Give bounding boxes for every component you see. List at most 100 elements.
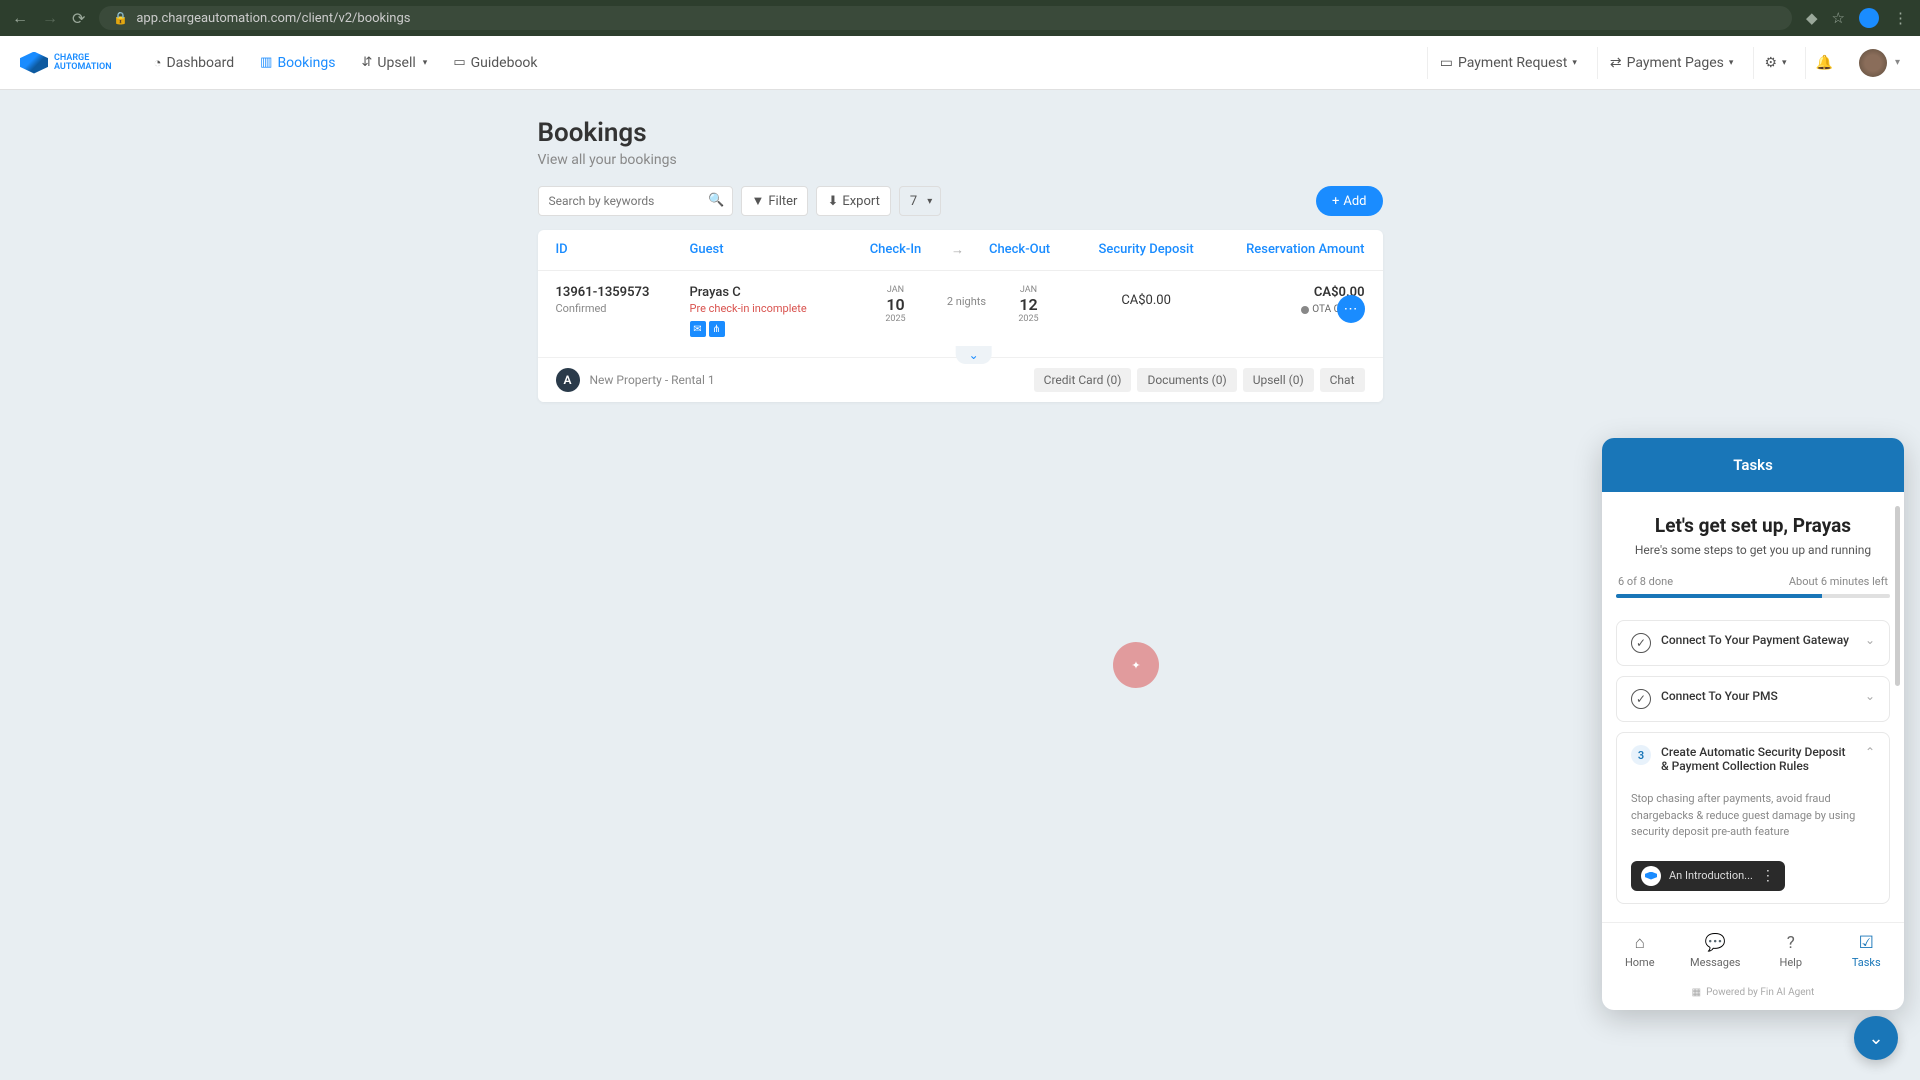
search-icon[interactable]: 🔍 <box>708 193 724 208</box>
nav-payment-pages[interactable]: ⇄Payment Pages▾ <box>1597 47 1746 79</box>
export-button[interactable]: ⬇Export <box>816 186 890 216</box>
table-header: ID Guest Check-In → Check-Out Security D… <box>538 230 1383 271</box>
cursor-indicator: ✦ <box>1113 642 1159 688</box>
home-icon: ⌂ <box>1602 933 1678 953</box>
col-id[interactable]: ID <box>556 242 690 258</box>
tab-help[interactable]: ?Help <box>1753 933 1829 969</box>
message-icon[interactable]: ✉ <box>690 321 706 337</box>
back-button[interactable]: ← <box>12 8 28 28</box>
guest-icons: ✉ ⋔ <box>690 321 849 337</box>
nav-upsell[interactable]: ⇵Upsell▾ <box>349 47 439 79</box>
extension-icon[interactable]: ◆ <box>1806 9 1818 27</box>
upsell-button[interactable]: Upsell (0) <box>1243 368 1314 392</box>
notifications-button[interactable]: 🔔 <box>1805 47 1843 79</box>
property-avatar: A <box>556 368 580 392</box>
task-item-payment-gateway[interactable]: ✓ Connect To Your Payment Gateway ⌄ <box>1616 620 1890 666</box>
pages-icon: ⇄ <box>1610 55 1622 71</box>
row-menu-button[interactable]: ⋯ <box>1337 295 1365 323</box>
bookmark-icon[interactable]: ☆ <box>1832 9 1845 27</box>
filter-icon: ▼ <box>752 193 765 209</box>
nav-right: ▭Payment Request▾ ⇄Payment Pages▾ ⚙▾ 🔔 ▾ <box>1427 47 1900 79</box>
scrollbar[interactable] <box>1895 506 1900 686</box>
credit-card-button[interactable]: Credit Card (0) <box>1034 368 1132 392</box>
nav-bookings[interactable]: ▥Bookings <box>248 47 347 79</box>
checkout-date: JAN 12 2025 <box>990 285 1066 324</box>
fin-icon: ▦ <box>1692 987 1701 998</box>
book-icon: ▭ <box>453 55 465 70</box>
tasks-subtitle: Here's some steps to get you up and runn… <box>1616 543 1890 557</box>
booking-id: 13961-1359573 <box>556 285 690 300</box>
chevron-down-icon: ▾ <box>927 196 932 207</box>
tasks-header: Tasks <box>1602 438 1904 492</box>
property-name: New Property - Rental 1 <box>590 373 715 387</box>
filter-button[interactable]: ▼Filter <box>741 186 809 216</box>
nights: 2 nights <box>943 285 991 308</box>
search-box: 🔍 <box>538 186 733 216</box>
col-checkout[interactable]: Check-Out <box>972 242 1066 258</box>
video-title: An Introduction... <box>1669 869 1753 882</box>
search-input[interactable] <box>538 186 733 216</box>
sub-row: A New Property - Rental 1 Credit Card (0… <box>538 357 1383 402</box>
task-number: 3 <box>1631 745 1651 765</box>
tab-messages[interactable]: 💬Messages <box>1678 933 1754 969</box>
settings-button[interactable]: ⚙▾ <box>1753 47 1796 79</box>
task-item-security-deposit[interactable]: 3 Create Automatic Security Deposit & Pa… <box>1616 732 1890 904</box>
progress-done: 6 of 8 done <box>1618 575 1673 588</box>
chevron-down-icon: ⌄ <box>1868 1028 1883 1049</box>
table-row[interactable]: 13961-1359573 Confirmed Prayas C Pre che… <box>538 271 1383 357</box>
video-logo <box>1641 866 1661 886</box>
tab-home[interactable]: ⌂Home <box>1602 933 1678 969</box>
video-menu-icon[interactable]: ⋮ <box>1761 868 1775 884</box>
booking-status: Confirmed <box>556 302 690 315</box>
chevron-up-icon: ⌃ <box>1865 745 1875 773</box>
page-subtitle: View all your bookings <box>538 152 1383 168</box>
url-bar[interactable]: 🔒 app.chargeautomation.com/client/v2/boo… <box>99 6 1792 30</box>
nav-items: ◔Dashboard ▥Bookings ⇵Upsell▾ ▭Guidebook <box>142 47 550 79</box>
col-checkin[interactable]: Check-In <box>848 242 942 258</box>
page-title: Bookings <box>538 118 1383 148</box>
gear-icon: ⚙ <box>1764 55 1777 71</box>
message-icon: 💬 <box>1678 933 1754 953</box>
chat-button[interactable]: Chat <box>1320 368 1365 392</box>
chevron-down-icon[interactable]: ▾ <box>1895 57 1900 68</box>
progress-fill <box>1616 594 1822 598</box>
col-amount[interactable]: Reservation Amount <box>1226 242 1365 258</box>
col-guest[interactable]: Guest <box>690 242 849 258</box>
expand-toggle[interactable]: ⌄ <box>956 346 992 364</box>
bookings-table: ID Guest Check-In → Check-Out Security D… <box>538 230 1383 402</box>
logo-mark <box>20 52 48 74</box>
profile-avatar[interactable] <box>1859 8 1879 28</box>
help-icon: ? <box>1753 933 1829 953</box>
chevron-down-icon: ⌄ <box>1865 689 1875 703</box>
progress-labels: 6 of 8 done About 6 minutes left <box>1616 575 1890 588</box>
share-icon[interactable]: ⋔ <box>709 321 725 337</box>
toolbar: 🔍 ▼Filter ⬇Export 7▾ +Add <box>538 186 1383 216</box>
plus-icon: + <box>1332 194 1339 209</box>
nav-dashboard[interactable]: ◔Dashboard <box>142 47 247 79</box>
top-nav: CHARGEAUTOMATION ◔Dashboard ▥Bookings ⇵U… <box>0 36 1920 90</box>
tab-tasks[interactable]: ☑Tasks <box>1829 933 1905 969</box>
chevron-down-icon: ▾ <box>423 58 428 68</box>
logo[interactable]: CHARGEAUTOMATION <box>20 52 112 74</box>
add-button[interactable]: +Add <box>1316 186 1383 216</box>
check-icon: ✓ <box>1631 689 1651 709</box>
task-item-pms[interactable]: ✓ Connect To Your PMS ⌄ <box>1616 676 1890 722</box>
documents-button[interactable]: Documents (0) <box>1137 368 1236 392</box>
menu-icon[interactable]: ⋮ <box>1893 9 1908 27</box>
page-size-select[interactable]: 7▾ <box>899 186 941 216</box>
progress-time: About 6 minutes left <box>1789 575 1888 588</box>
task-description: Stop chasing after payments, avoid fraud… <box>1631 791 1875 841</box>
browser-chrome: ← → ⟳ 🔒 app.chargeautomation.com/client/… <box>0 0 1920 36</box>
lock-icon: 🔒 <box>113 11 128 25</box>
card-icon: ▭ <box>1440 55 1453 71</box>
url-text: app.chargeautomation.com/client/v2/booki… <box>136 11 410 26</box>
col-deposit[interactable]: Security Deposit <box>1067 242 1226 258</box>
task-video[interactable]: An Introduction... ⋮ <box>1631 861 1785 891</box>
nav-guidebook[interactable]: ▭Guidebook <box>441 47 549 79</box>
user-avatar[interactable] <box>1859 49 1887 77</box>
chat-fab[interactable]: ⌄ <box>1854 1016 1898 1060</box>
forward-button[interactable]: → <box>42 8 58 28</box>
guest-status: Pre check-in incomplete <box>690 302 849 315</box>
nav-payment-request[interactable]: ▭Payment Request▾ <box>1427 47 1589 79</box>
reload-button[interactable]: ⟳ <box>72 9 85 28</box>
